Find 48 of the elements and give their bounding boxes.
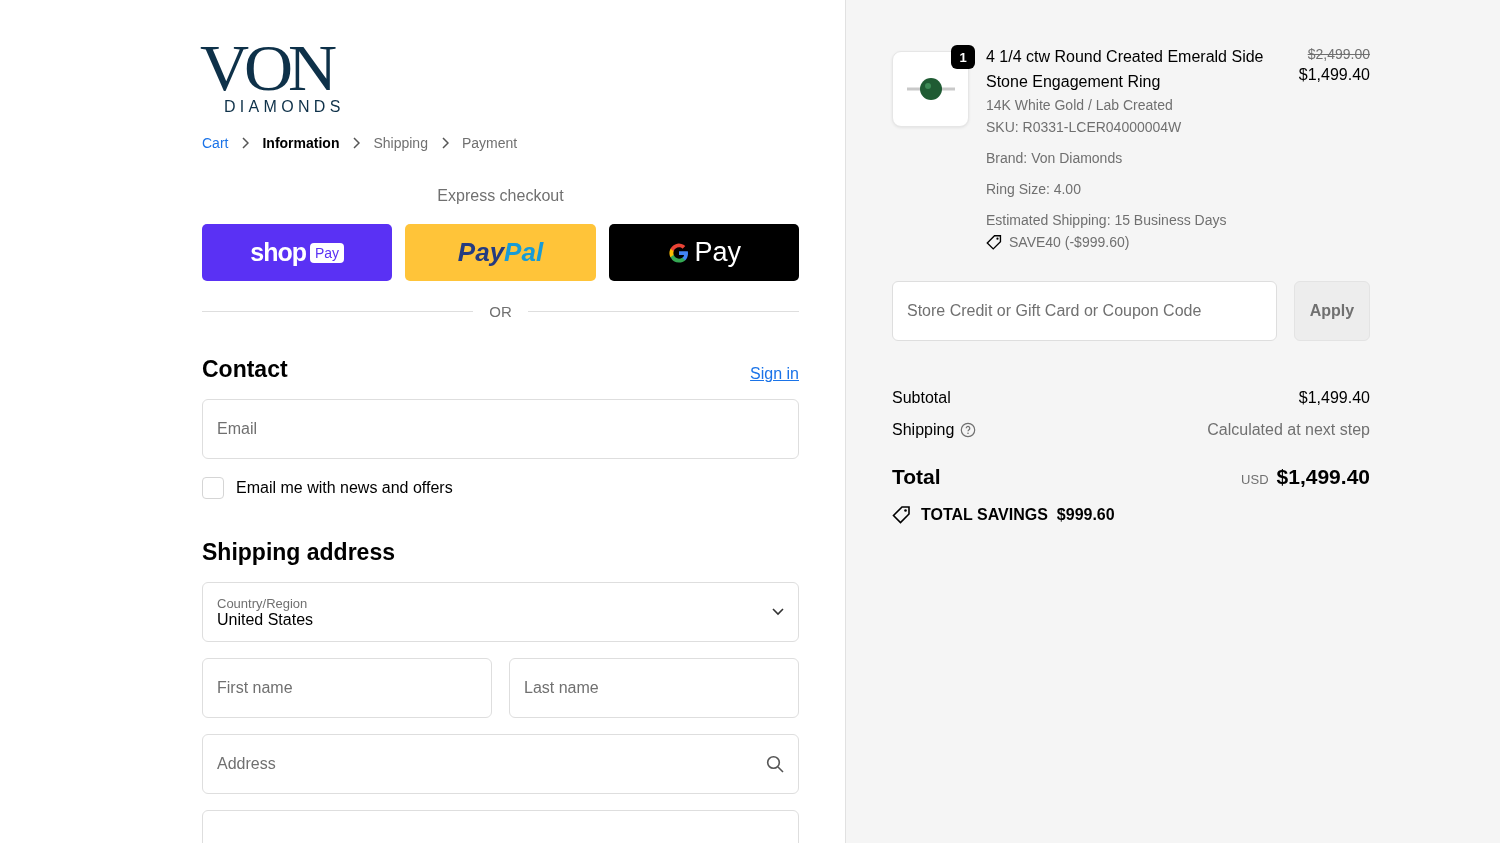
shipping-label: Shipping <box>892 421 955 439</box>
express-checkout-heading: Express checkout <box>437 187 564 205</box>
tag-icon <box>892 505 912 525</box>
breadcrumb-item[interactable]: Cart <box>202 135 229 151</box>
newsletter-checkbox[interactable] <box>202 477 224 499</box>
first-name-field[interactable]: First name <box>202 658 492 718</box>
sign-in-link[interactable]: Sign in <box>750 365 799 383</box>
product-title: 4 1/4 ctw Round Created Emerald Side Stone Engagement Ring <box>986 47 1265 92</box>
paypal-button[interactable]: PayPal <box>405 224 596 281</box>
breadcrumb-item: Shipping <box>373 135 428 151</box>
country-select[interactable]: Country/Region United States <box>202 582 799 642</box>
shipping-address-heading: Shipping address <box>202 539 395 566</box>
total-savings-value: $999.60 <box>1056 506 1115 524</box>
help-icon[interactable] <box>960 422 977 438</box>
product-price: $1,499.40 <box>1298 66 1370 84</box>
breadcrumb-item: Information <box>262 135 340 151</box>
contact-heading: Contact <box>202 356 288 383</box>
last-name-field[interactable]: Last name <box>509 658 799 718</box>
chevron-right-icon <box>241 137 250 149</box>
total-value: $1,499.40 <box>1276 465 1370 489</box>
or-divider-text: OR <box>489 303 512 320</box>
product-property: Estimated Shipping: 15 Business Days <box>986 211 1228 230</box>
product-sku: SKU: R0331-LCER04000004W <box>986 118 1183 137</box>
chevron-right-icon <box>352 137 361 149</box>
newsletter-label: Email me with news and offers <box>236 479 453 497</box>
subtotal-label: Subtotal <box>892 389 951 407</box>
product-variant: 14K White Gold / Lab Created <box>986 96 1174 115</box>
compare-price: $2,499.00 <box>1307 46 1370 62</box>
brand-logo[interactable]: VON DIAMONDS <box>202 38 344 116</box>
currency-code: USD <box>1241 472 1269 487</box>
shop-pay-button[interactable]: shop Pay <box>202 224 393 281</box>
discount-code: SAVE40 (-$999.60) <box>1009 233 1130 252</box>
tag-icon <box>986 233 1003 251</box>
email-field[interactable]: Email <box>202 399 799 459</box>
shipping-value: Calculated at next step <box>1207 421 1370 439</box>
product-property: Ring Size: 4.00 <box>986 180 1082 199</box>
search-icon <box>766 755 784 773</box>
quantity-badge: 1 <box>951 45 975 69</box>
google-pay-button[interactable]: Pay <box>608 224 799 281</box>
ring-drawing <box>904 76 957 102</box>
breadcrumb-item: Payment <box>461 135 518 151</box>
product-property: Brand: Von Diamonds <box>986 149 1124 168</box>
chevron-down-icon <box>772 608 784 616</box>
chevron-right-icon <box>440 137 449 149</box>
subtotal-value: $1,499.40 <box>1298 389 1370 407</box>
total-savings-label: TOTAL SAVINGS <box>921 506 1048 524</box>
total-label: Total <box>892 465 941 489</box>
address-field[interactable]: Address <box>202 734 799 794</box>
